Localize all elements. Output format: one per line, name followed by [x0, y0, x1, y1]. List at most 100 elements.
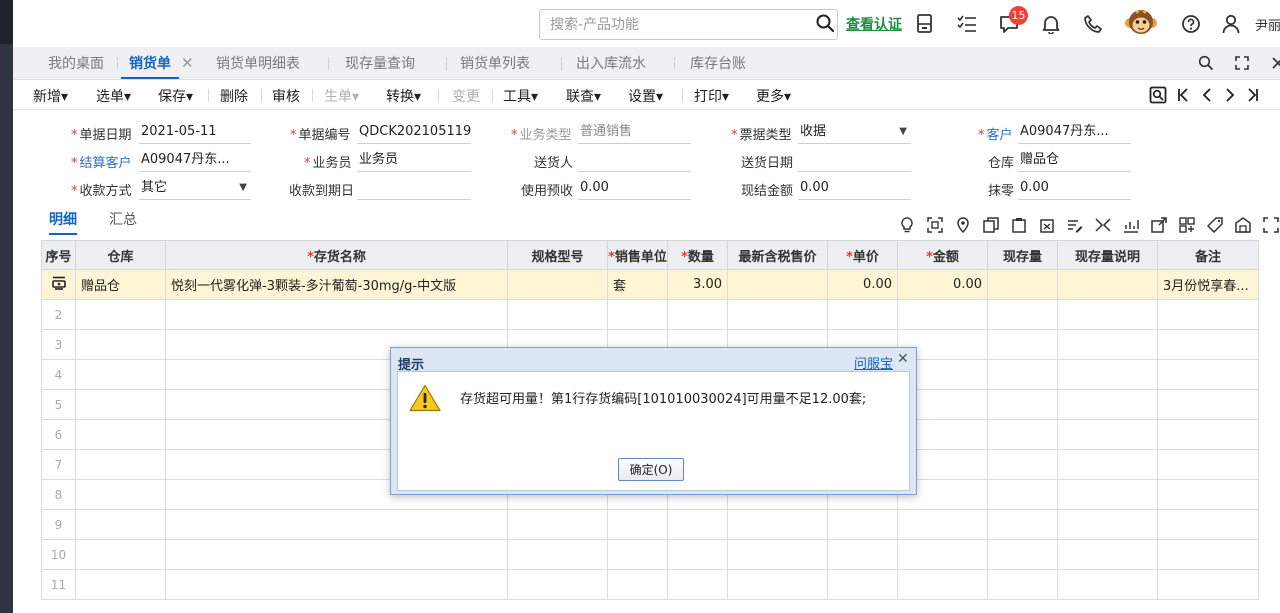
cell-remark[interactable] [1157, 509, 1259, 540]
table-row[interactable]: 10 [41, 539, 1259, 570]
tab-sales-detail-report[interactable]: 销货单明细表 [216, 47, 300, 79]
cell-warehouse[interactable] [75, 479, 166, 510]
monkey-avatar-icon[interactable] [1123, 5, 1159, 41]
cell-latest-tax-price[interactable] [727, 269, 828, 300]
verify-link[interactable]: 查看认证 [846, 14, 902, 34]
chart-icon[interactable] [1123, 217, 1139, 237]
audit-button[interactable]: 审核 [272, 86, 300, 106]
cell-amount[interactable] [897, 569, 988, 600]
table-row[interactable]: 赠品仓 悦刻一代雾化弹-3颗装-多汁葡萄-30mg/g-中文版 套 3.00 0.00 0… [41, 269, 1259, 300]
product-search-input[interactable] [539, 9, 838, 40]
table-row[interactable]: 2 [41, 299, 1259, 330]
cell-stock-note[interactable] [1057, 329, 1158, 360]
cell-row-number[interactable]: 3 [41, 329, 76, 360]
last-record-icon[interactable] [1243, 85, 1263, 105]
cell-row-number[interactable]: 8 [41, 479, 76, 510]
cell-stock-qty[interactable] [987, 329, 1058, 360]
col-header-quantity[interactable]: *数量 [667, 240, 728, 270]
cell-spec-model[interactable] [507, 509, 608, 540]
cell-sales-unit[interactable] [607, 509, 668, 540]
doc-no-field[interactable]: QDCK202105119... [357, 120, 471, 144]
tab-inout-flow[interactable]: 出入库流水 [576, 47, 646, 79]
cell-row-number[interactable]: 2 [41, 299, 76, 330]
cell-amount[interactable]: 0.00 [897, 269, 988, 300]
cell-stock-note[interactable] [1057, 569, 1158, 600]
cell-warehouse[interactable] [75, 389, 166, 420]
customer-label[interactable]: * 客户 [978, 124, 1013, 143]
cell-row-number[interactable]: 7 [41, 449, 76, 480]
ok-button[interactable]: 确定(O) [618, 458, 684, 481]
tab-search-icon[interactable] [1197, 54, 1215, 72]
cell-warehouse[interactable] [75, 359, 166, 390]
cell-row-number[interactable]: 10 [41, 539, 76, 570]
warehouse-field[interactable]: 赠品仓 [1018, 148, 1131, 172]
cell-amount[interactable] [897, 509, 988, 540]
more-button[interactable]: 更多▾ [756, 86, 791, 106]
cell-stock-note[interactable] [1057, 449, 1158, 480]
table-row[interactable]: 11 [41, 569, 1259, 600]
table-row[interactable]: 9 [41, 509, 1259, 540]
cell-row-number[interactable]: 6 [41, 419, 76, 450]
change-button[interactable]: 变更 [452, 86, 480, 106]
delivery-person-field[interactable] [578, 148, 691, 172]
col-header-sales-unit[interactable]: *销售单位 [607, 240, 668, 270]
next-record-icon[interactable] [1220, 85, 1240, 105]
tab-sales-delivery[interactable]: 销货单 [121, 47, 179, 79]
cell-latest-tax-price[interactable] [727, 299, 828, 330]
cell-quantity[interactable]: 3.00 [667, 269, 728, 300]
help-icon[interactable] [1180, 13, 1202, 35]
split-icon[interactable] [1095, 217, 1111, 237]
cell-latest-tax-price[interactable] [727, 539, 828, 570]
scan-icon[interactable] [927, 217, 943, 237]
copy-row-icon[interactable] [983, 217, 999, 237]
col-header-stock-note[interactable]: 现存量说明 [1057, 240, 1158, 270]
cell-stock-note[interactable] [1057, 389, 1158, 420]
cell-quantity[interactable] [667, 509, 728, 540]
cell-stock-qty[interactable] [987, 449, 1058, 480]
cell-spec-model[interactable] [507, 569, 608, 600]
cell-remark[interactable] [1157, 299, 1259, 330]
salesman-field[interactable]: 业务员 [357, 148, 471, 172]
cell-stock-note[interactable] [1057, 269, 1158, 300]
cell-stock-qty[interactable] [987, 389, 1058, 420]
cell-spec-model[interactable] [507, 299, 608, 330]
cell-row-number[interactable]: 5 [41, 389, 76, 420]
first-record-icon[interactable] [1173, 85, 1193, 105]
edit-icon[interactable] [1067, 217, 1083, 237]
cell-item-name[interactable] [165, 509, 508, 540]
cell-remark[interactable] [1157, 479, 1259, 510]
cell-unit-price[interactable] [827, 539, 898, 570]
delete-button[interactable]: 删除 [220, 86, 248, 106]
cell-sales-unit[interactable] [607, 299, 668, 330]
col-header-row-number[interactable]: 序号 [41, 240, 76, 270]
cell-remark[interactable] [1157, 539, 1259, 570]
location-icon[interactable] [955, 217, 971, 237]
cell-unit-price[interactable] [827, 299, 898, 330]
cell-remark[interactable]: 3月份悦享春... [1157, 269, 1259, 300]
col-header-amount[interactable]: *金额 [897, 240, 988, 270]
use-prepaid-field[interactable]: 0.00 [578, 176, 691, 200]
settle-customer-label[interactable]: * 结算客户 [71, 152, 132, 171]
cell-warehouse[interactable] [75, 569, 166, 600]
cell-stock-note[interactable] [1057, 479, 1158, 510]
find-document-icon[interactable] [1148, 85, 1168, 105]
pay-method-select[interactable]: 其它 ▼ [139, 176, 251, 200]
cell-item-name[interactable] [165, 539, 508, 570]
paste-icon[interactable] [1011, 217, 1027, 237]
rounding-field[interactable]: 0.00 [1018, 176, 1131, 200]
cell-warehouse[interactable] [75, 419, 166, 450]
cell-stock-qty[interactable] [987, 359, 1058, 390]
cell-remark[interactable] [1157, 449, 1259, 480]
cell-spec-model[interactable] [507, 539, 608, 570]
cell-latest-tax-price[interactable] [727, 509, 828, 540]
cash-amount-field[interactable]: 0.00 [798, 176, 911, 200]
cell-stock-note[interactable] [1057, 419, 1158, 450]
due-date-field[interactable] [357, 176, 471, 200]
cell-stock-qty[interactable] [987, 569, 1058, 600]
dialog-close-icon[interactable]: ✕ [897, 351, 909, 367]
cell-item-name[interactable] [165, 569, 508, 600]
cell-warehouse[interactable]: 赠品仓 [75, 269, 166, 300]
document-icon[interactable] [914, 13, 936, 35]
cell-stock-qty[interactable] [987, 299, 1058, 330]
link-query-button[interactable]: 联查▾ [566, 86, 601, 106]
